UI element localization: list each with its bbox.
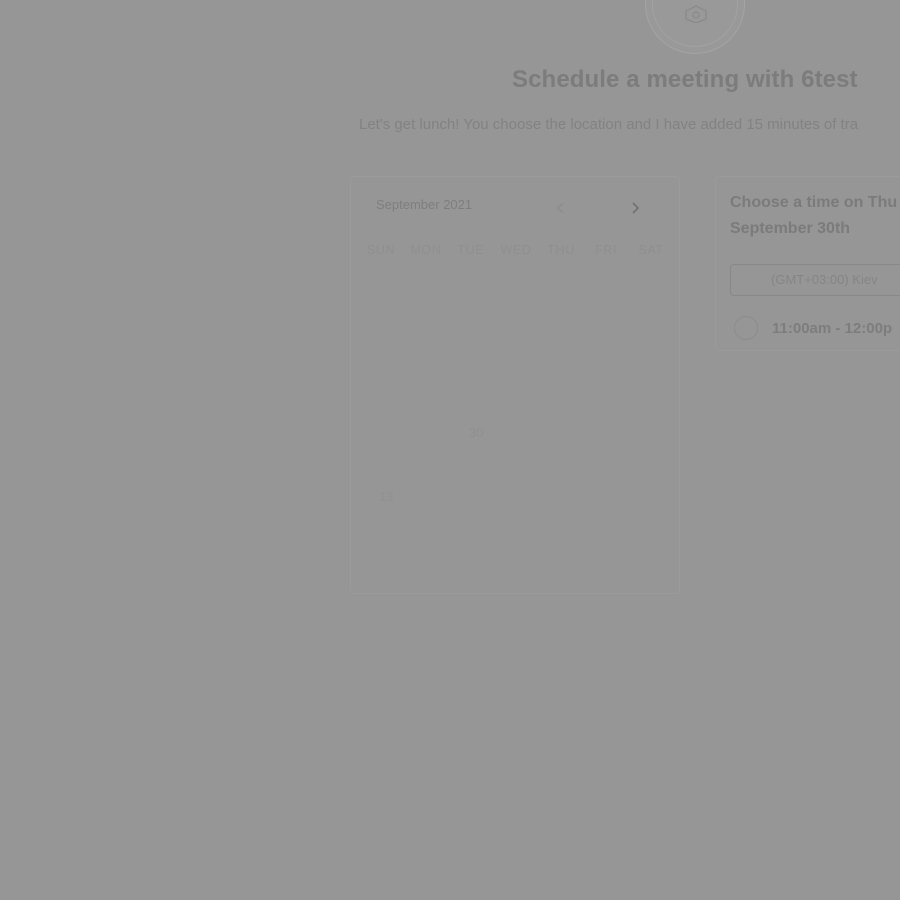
avatar [645, 0, 745, 54]
page-subtitle: Let's get lunch! You choose the location… [359, 116, 859, 133]
time-slot-label: 11:00am - 12:00p [772, 320, 893, 337]
time-panel-heading: Choose a time on Thu September 30th [730, 190, 900, 242]
calendar-day[interactable]: 13 [379, 489, 393, 504]
weekday-thu: THU [547, 243, 575, 257]
time-heading-line-2: September 30th [730, 220, 851, 237]
calendar-month-label: September 2021 [376, 197, 473, 212]
next-month-button[interactable] [626, 197, 646, 219]
time-heading-line-1: Choose a time on Thu [730, 194, 898, 211]
chevron-left-icon [556, 202, 564, 214]
hexagon-icon [685, 5, 707, 23]
timezone-select[interactable]: (GMT+03:00) Kiev [730, 264, 900, 296]
page-title: Schedule a meeting with 6test [512, 66, 858, 93]
weekday-mon: MON [410, 243, 442, 257]
page: Schedule a meeting with 6test Let's get … [0, 0, 900, 900]
time-picker-panel: Choose a time on Thu September 30th (GMT… [715, 176, 900, 351]
weekday-sat: SAT [638, 243, 664, 257]
weekday-sun: SUN [366, 243, 396, 257]
weekday-wed: WED [500, 243, 532, 257]
time-slot-radio[interactable] [734, 316, 758, 340]
calendar-day[interactable]: 30 [469, 425, 483, 440]
weekday-fri: FRI [595, 243, 617, 257]
weekday-tue: TUE [457, 243, 485, 257]
calendar-card: September 2021 SUN MON TUE WED THU FRI S… [350, 176, 680, 594]
previous-month-button[interactable] [551, 197, 571, 219]
time-slot-option[interactable]: 11:00am - 12:00p [734, 316, 900, 342]
weekday-header: SUN MON TUE WED THU FRI SAT [361, 243, 671, 257]
chevron-right-icon [632, 202, 640, 214]
